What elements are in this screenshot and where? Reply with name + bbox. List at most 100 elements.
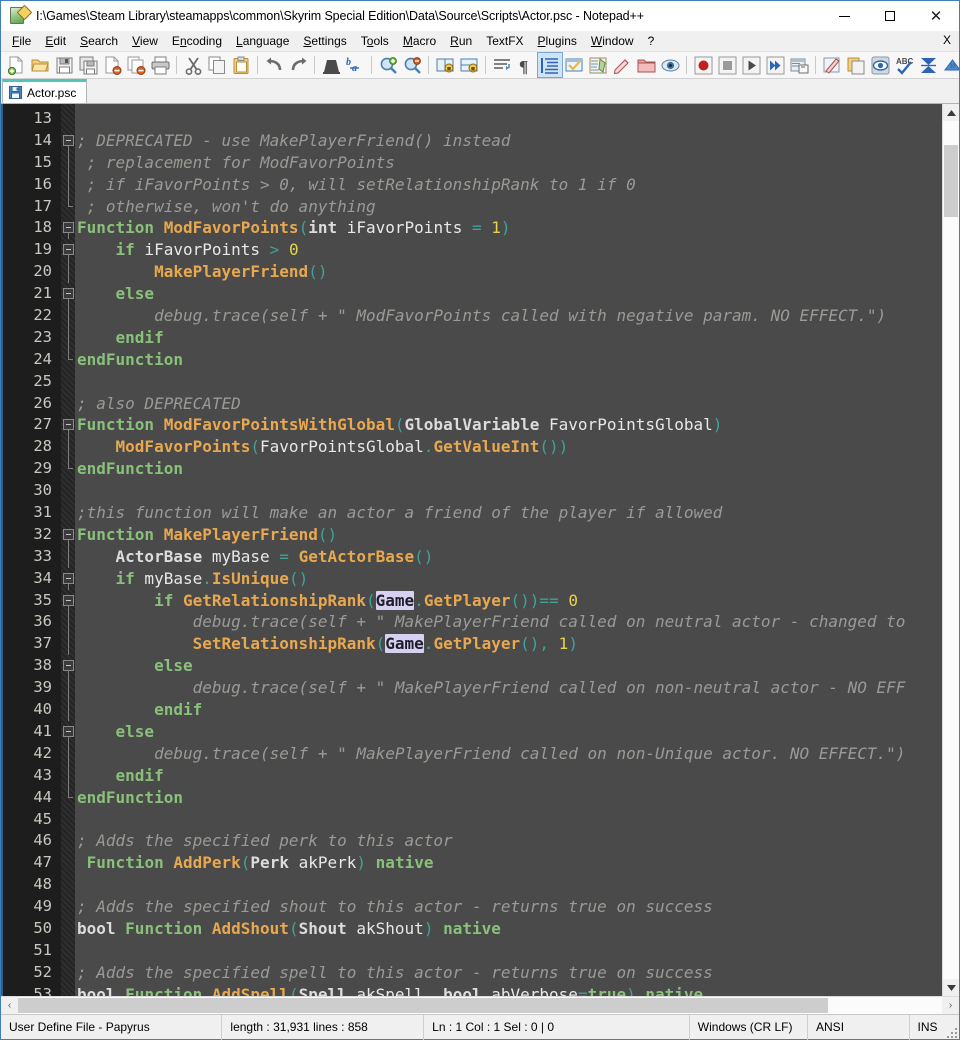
tab-bar: Actor.psc bbox=[1, 79, 959, 104]
maximize-button[interactable] bbox=[867, 1, 913, 31]
menu-edit[interactable]: Edit bbox=[38, 32, 73, 50]
redo-icon[interactable] bbox=[286, 53, 310, 77]
menu-run[interactable]: Run bbox=[443, 32, 479, 50]
fold-toggle-icon[interactable] bbox=[61, 130, 75, 152]
menu-[interactable]: ? bbox=[641, 32, 662, 50]
copy-icon[interactable] bbox=[205, 53, 229, 77]
cut-icon[interactable] bbox=[181, 53, 205, 77]
monitoring-icon[interactable] bbox=[658, 53, 682, 77]
menu-close-document-x[interactable]: X bbox=[943, 33, 951, 47]
scroll-right-arrow-icon[interactable]: › bbox=[942, 997, 959, 1014]
record-macro-icon[interactable] bbox=[691, 53, 715, 77]
replace-icon[interactable]: ba bbox=[343, 53, 367, 77]
sync-vertical-scroll-icon[interactable] bbox=[433, 53, 457, 77]
resize-grip-icon[interactable] bbox=[945, 1015, 959, 1040]
horizontal-scroll-track[interactable] bbox=[18, 997, 942, 1014]
menu-window[interactable]: Window bbox=[584, 32, 641, 50]
menu-settings[interactable]: Settings bbox=[296, 32, 353, 50]
menu-view[interactable]: View bbox=[125, 32, 165, 50]
function-list-icon[interactable] bbox=[610, 53, 634, 77]
scroll-up-arrow-icon[interactable] bbox=[943, 104, 959, 121]
code-token: ; DEPRECATED - use MakePlayerFriend() in… bbox=[77, 130, 511, 150]
find-icon[interactable] bbox=[319, 53, 343, 77]
menu-encoding[interactable]: Encoding bbox=[165, 32, 229, 50]
run-icon[interactable] bbox=[820, 53, 844, 77]
code-token: ; also DEPRECATED bbox=[77, 393, 241, 413]
fold-toggle-icon[interactable] bbox=[61, 568, 75, 590]
menu-plugins[interactable]: Plugins bbox=[531, 32, 584, 50]
toolbar-overflow-chevron[interactable]: » bbox=[949, 58, 956, 72]
fold-toggle-icon[interactable] bbox=[61, 655, 75, 678]
fold-toggle-icon[interactable] bbox=[61, 283, 75, 306]
editor-area[interactable]: 13 14 15 16 17 18 19 20 21 22 23 24 25 26 27 28 29 30 31 32… bbox=[3, 104, 942, 996]
print-icon[interactable] bbox=[148, 53, 172, 77]
vertical-scrollbar[interactable] bbox=[942, 104, 959, 996]
paste-icon[interactable] bbox=[229, 53, 253, 77]
zoom-in-icon[interactable] bbox=[376, 53, 400, 77]
run-macro-multiple-icon[interactable] bbox=[763, 53, 787, 77]
fold-toggle-icon[interactable] bbox=[61, 217, 75, 240]
minimize-button[interactable] bbox=[821, 1, 867, 31]
character-panel-icon[interactable] bbox=[868, 53, 892, 77]
scroll-left-arrow-icon[interactable]: ‹ bbox=[1, 997, 18, 1014]
menu-language[interactable]: Language bbox=[229, 32, 296, 50]
fold-toggle-icon[interactable] bbox=[61, 414, 75, 437]
menu-macro[interactable]: Macro bbox=[396, 32, 443, 50]
save-icon[interactable] bbox=[52, 53, 76, 77]
status-encoding[interactable]: ANSI bbox=[808, 1014, 910, 1040]
status-language[interactable]: User Define File - Papyrus bbox=[1, 1014, 223, 1040]
code-token: GlobalVariable bbox=[404, 415, 540, 435]
spell-check-icon[interactable]: ABC bbox=[892, 53, 916, 77]
zoom-out-icon[interactable] bbox=[400, 53, 424, 77]
status-caret-position: Ln : 1 Col : 1 Sel : 0 | 0 bbox=[424, 1014, 690, 1040]
close-all-files-icon[interactable] bbox=[124, 53, 148, 77]
code-token: GetActorBase bbox=[298, 546, 415, 566]
code-token: ( bbox=[288, 918, 299, 938]
fold-close-marker[interactable] bbox=[61, 348, 75, 371]
fold-toggle-icon[interactable] bbox=[61, 590, 75, 612]
indent-guide-icon[interactable] bbox=[537, 52, 563, 78]
horizontal-scrollbar[interactable]: ‹ › bbox=[1, 997, 959, 1014]
code-token: ( bbox=[240, 853, 251, 873]
svg-text:b: b bbox=[346, 57, 351, 68]
horizontal-scroll-thumb[interactable] bbox=[18, 998, 828, 1013]
tab-actor-psc[interactable]: Actor.psc bbox=[2, 79, 88, 103]
fold-toggle-icon[interactable] bbox=[61, 239, 75, 262]
menu-tools[interactable]: Tools bbox=[354, 32, 396, 50]
new-file-icon[interactable] bbox=[4, 53, 28, 77]
word-wrap-icon[interactable] bbox=[490, 53, 514, 77]
play-macro-icon[interactable] bbox=[739, 53, 763, 77]
status-eol-format[interactable]: Windows (CR LF) bbox=[690, 1014, 809, 1040]
menu-textfx[interactable]: TextFX bbox=[479, 32, 530, 50]
fold-toggle-icon[interactable] bbox=[61, 721, 75, 743]
fold-close-marker[interactable] bbox=[61, 458, 75, 480]
menu-search[interactable]: Search bbox=[73, 32, 125, 50]
code-token: () bbox=[414, 546, 434, 566]
open-file-icon[interactable] bbox=[28, 53, 52, 77]
status-insert-mode[interactable]: INS bbox=[910, 1015, 946, 1040]
toolbar-separator bbox=[686, 56, 687, 74]
fold-toggle-icon[interactable] bbox=[61, 524, 75, 546]
user-defined-dialog-icon[interactable] bbox=[562, 53, 586, 77]
show-all-characters-icon[interactable]: ¶ bbox=[514, 53, 538, 77]
folder-as-workspace-icon[interactable] bbox=[634, 53, 658, 77]
code-text-area[interactable]: ; DEPRECATED - use MakePlayerFriend() in… bbox=[75, 104, 942, 996]
vertical-scroll-track[interactable] bbox=[943, 121, 959, 979]
save-macro-icon[interactable] bbox=[787, 53, 811, 77]
fold-close-marker[interactable] bbox=[61, 786, 75, 809]
document-map-icon[interactable] bbox=[586, 53, 610, 77]
collapse-all-icon[interactable] bbox=[916, 53, 940, 77]
vertical-scroll-thumb[interactable] bbox=[944, 145, 958, 217]
close-button[interactable]: ✕ bbox=[913, 1, 959, 31]
menu-file[interactable]: File bbox=[5, 32, 38, 50]
scroll-down-arrow-icon[interactable] bbox=[943, 979, 959, 996]
undo-icon[interactable] bbox=[262, 53, 286, 77]
line-number: 34 bbox=[33, 568, 52, 587]
close-file-icon[interactable] bbox=[100, 53, 124, 77]
sync-horizontal-scroll-icon[interactable] bbox=[457, 53, 481, 77]
clipboard-history-icon[interactable] bbox=[844, 53, 868, 77]
stop-macro-icon[interactable] bbox=[715, 53, 739, 77]
code-folding-margin[interactable] bbox=[61, 104, 75, 996]
save-all-icon[interactable] bbox=[76, 53, 100, 77]
toolbar-separator bbox=[176, 56, 177, 74]
